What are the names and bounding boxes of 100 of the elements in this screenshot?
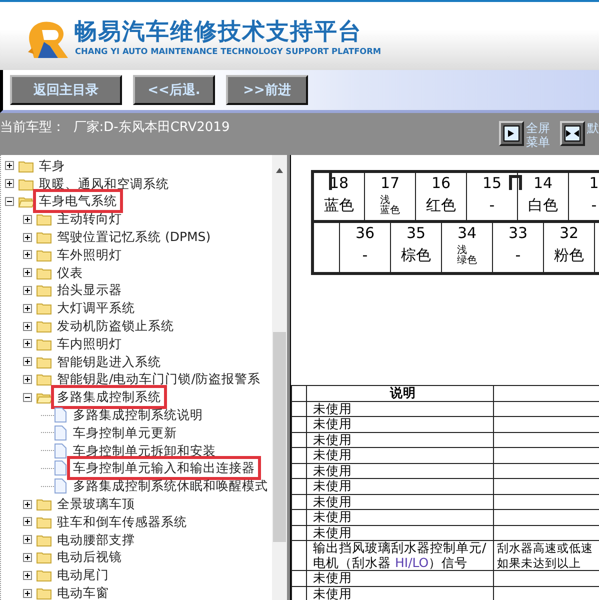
- expand-icon[interactable]: [23, 552, 32, 562]
- folder-icon: [36, 212, 54, 226]
- pin-number: 14: [533, 174, 553, 192]
- wire-color: -: [362, 245, 368, 266]
- tree-item[interactable]: 多路集成控制系统说明: [71, 407, 205, 424]
- pin-number: 32: [559, 224, 579, 242]
- tree-item[interactable]: 仪表: [55, 264, 85, 281]
- folder-icon: [36, 372, 54, 386]
- tree-item[interactable]: 大灯调平系统: [55, 300, 137, 316]
- tree-item[interactable]: 全景玻璃车顶: [55, 496, 137, 512]
- wire-color: 浅蓝色: [380, 196, 400, 216]
- pin-number: 15: [482, 174, 502, 192]
- folder-icon: [18, 176, 36, 191]
- expand-icon[interactable]: [23, 357, 32, 366]
- app-subtitle: CHANG YI AUTO MAINTENANCE TECHNOLOGY SUPPORT PLATFORM: [75, 45, 382, 57]
- wire-color: 棕色: [401, 245, 431, 266]
- table-cell: 未使用: [306, 416, 494, 432]
- expand-icon[interactable]: [23, 339, 32, 348]
- folder-icon: [36, 266, 54, 280]
- scrollbar-thumb[interactable]: [273, 332, 286, 542]
- tree-item[interactable]: 车身控制单元更新: [71, 424, 179, 441]
- wire-color: 粉色: [554, 245, 584, 266]
- wire-color: 浅绿色: [457, 246, 477, 266]
- model-label: 当前车型：: [0, 119, 66, 136]
- folder-icon: [36, 336, 54, 351]
- collapse-icon[interactable]: [23, 392, 32, 402]
- document-icon: [54, 442, 67, 459]
- expand-icon[interactable]: [23, 214, 32, 224]
- tree-item[interactable]: 电动尾门: [55, 567, 111, 584]
- wire-color: 红色: [426, 195, 456, 216]
- table-cell: 未使用: [306, 510, 494, 525]
- document-icon: [54, 424, 67, 441]
- wire-color: -: [591, 195, 597, 216]
- expand-icon[interactable]: [23, 570, 32, 580]
- table-cell: 未使用: [306, 570, 494, 586]
- expand-icon[interactable]: [5, 161, 14, 170]
- pin-number: 17: [380, 174, 400, 192]
- table-cell: 未使用: [306, 494, 494, 510]
- vehicle-model: 厂家:D-东风本田CRV2019: [73, 119, 230, 136]
- tree-item[interactable]: 车身: [37, 158, 67, 174]
- tree-item[interactable]: 电动后视镜: [55, 549, 124, 566]
- tree-item[interactable]: 电动腰部支撑: [55, 532, 137, 548]
- expand-icon[interactable]: [23, 535, 32, 544]
- folder-icon: [36, 301, 54, 316]
- table-cell: 未使用: [306, 432, 494, 448]
- pin-number: 16: [431, 174, 451, 192]
- collapse-icon[interactable]: [5, 196, 14, 206]
- nav-button[interactable]: <<后退.: [133, 75, 215, 105]
- expand-icon[interactable]: [23, 500, 32, 509]
- tree-item[interactable]: 车内照明灯: [55, 336, 124, 352]
- table-cell: 刮水器高速或低速 如果未达到以上: [494, 540, 599, 570]
- expand-icon[interactable]: [23, 232, 32, 242]
- column-header: 说明: [306, 386, 494, 401]
- app-title: 畅易汽车维修技术支持平台: [74, 19, 363, 45]
- tree-item[interactable]: 抬头显示器: [55, 282, 124, 298]
- tree-item[interactable]: 发动机防盗锁止系统: [55, 318, 176, 334]
- folder-icon: [36, 248, 54, 262]
- wire-color: -: [489, 195, 495, 216]
- document-icon: [54, 407, 67, 424]
- wire-color: 蓝色: [324, 195, 354, 216]
- scroll-up-icon[interactable]: [275, 167, 284, 174]
- tree-item[interactable]: 主动转向灯: [55, 211, 124, 228]
- document-icon: [54, 478, 67, 494]
- expand-icon[interactable]: [23, 322, 32, 331]
- folder-icon: [36, 550, 54, 564]
- nav-button[interactable]: 返回主目录: [10, 75, 122, 105]
- table-cell: 未使用: [306, 463, 494, 478]
- expand-icon[interactable]: [23, 374, 32, 384]
- expand-icon[interactable]: [23, 268, 32, 278]
- table-cell: 未使用: [306, 525, 494, 540]
- folder-icon: [36, 568, 54, 582]
- folder-icon: [36, 514, 54, 529]
- tree-item[interactable]: 智能钥匙进入系统: [55, 354, 163, 370]
- folder-icon: [18, 158, 36, 173]
- tree-item[interactable]: 多路集成控制系统休眠和唤醒模式: [71, 478, 270, 494]
- table-cell: 输出挡风玻璃刮水器控制单元/电机（刮水器 HI/LO）信号: [306, 540, 494, 570]
- tree-item[interactable]: 驻车和倒车传感器系统: [55, 514, 189, 530]
- expand-icon[interactable]: [23, 517, 32, 526]
- expand-icon[interactable]: [23, 588, 32, 598]
- tree-item[interactable]: 智能钥匙/电动车门门锁/防盗报警系: [55, 371, 262, 388]
- table-cell: 未使用: [306, 401, 494, 416]
- nav-button[interactable]: >>前进: [226, 75, 308, 105]
- expand-icon[interactable]: [23, 304, 32, 313]
- pin-number: 36: [355, 224, 375, 242]
- folder-icon: [36, 319, 54, 334]
- tree-item[interactable]: 驾驶位置记忆系统 (DPMS): [55, 229, 213, 246]
- pin-number: 33: [508, 224, 528, 242]
- tree-item[interactable]: 电动车窗: [55, 585, 111, 600]
- tree-item[interactable]: 车外照明灯: [55, 246, 124, 263]
- document-icon: [54, 460, 67, 476]
- scrollbar[interactable]: [272, 155, 287, 600]
- folder-icon: [36, 354, 54, 369]
- expand-icon[interactable]: [5, 179, 14, 188]
- folder-icon: [36, 586, 54, 600]
- wire-color: -: [515, 245, 521, 266]
- expand-icon[interactable]: [23, 250, 32, 260]
- table-cell: 未使用: [306, 448, 494, 463]
- expand-icon[interactable]: [23, 286, 32, 295]
- folder-icon: [36, 497, 54, 512]
- pin-number: 1: [589, 174, 599, 192]
